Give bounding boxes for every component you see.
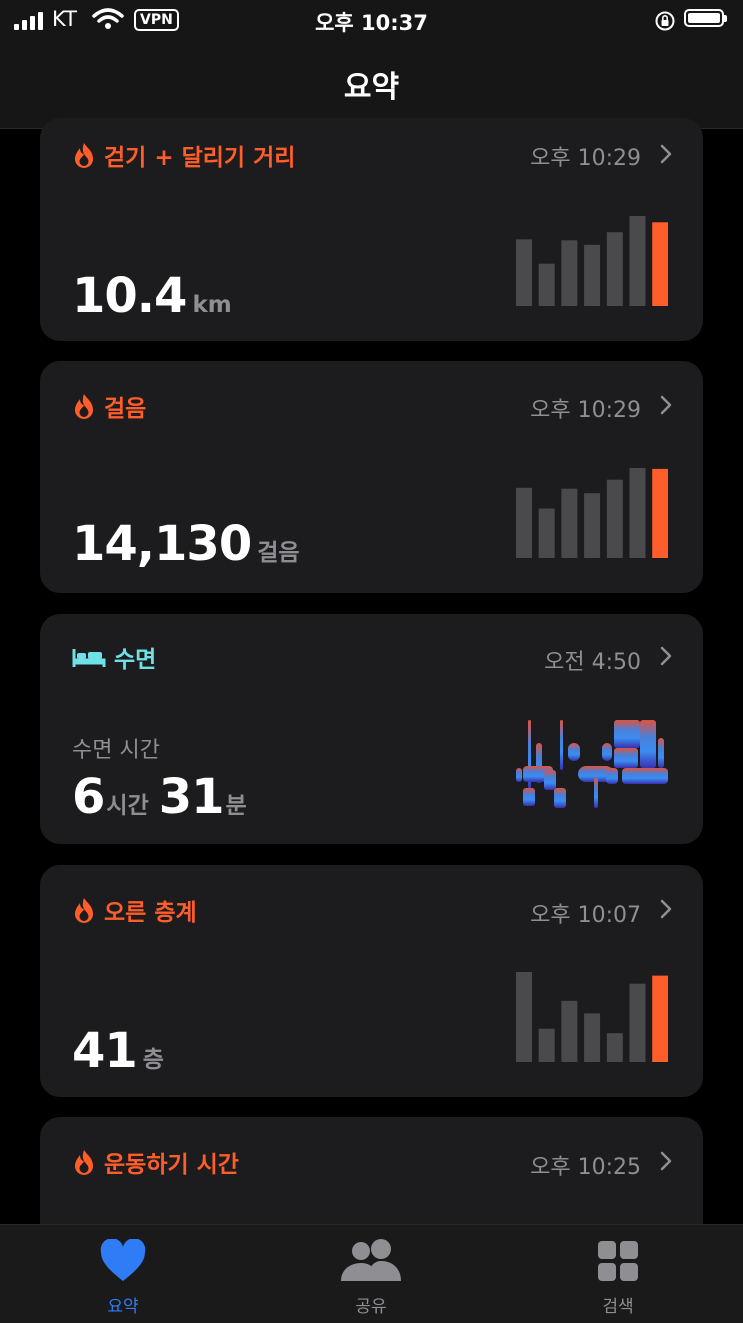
bar-day	[606, 1033, 623, 1062]
bar-day	[629, 468, 646, 558]
bar-day	[561, 1000, 578, 1062]
tab-browse[interactable]: 검색	[538, 1239, 698, 1317]
bar-day	[516, 972, 532, 1062]
flame-icon	[75, 394, 93, 419]
bar-today	[652, 468, 668, 558]
bar-day	[538, 508, 555, 558]
bar-day	[606, 479, 623, 558]
tab-bar: 요약 공유 검색	[0, 1224, 743, 1323]
card-timestamp: 오후 10:29	[530, 146, 641, 171]
card-value: 14,130 걸음	[72, 516, 300, 572]
card-steps[interactable]: 걸음 오후 10:29 14,130 걸음	[40, 361, 703, 593]
chevron-right-icon[interactable]	[659, 645, 673, 667]
card-flights-climbed[interactable]: 오른 층계 오후 10:07 41 층	[40, 865, 703, 1097]
status-time: 오후 10:37	[315, 11, 428, 35]
sleep-subtitle: 수면 시간	[72, 738, 160, 763]
tab-summary[interactable]: 요약	[43, 1238, 203, 1317]
card-timestamp: 오후 10:29	[530, 398, 641, 423]
weekly-bar-chart	[516, 468, 668, 558]
card-walking-running-distance[interactable]: 걷기 + 달리기 거리 오후 10:29 10.4 km	[40, 118, 703, 341]
bed-icon	[72, 649, 106, 667]
sleep-duration: 6시간 31분	[72, 769, 247, 825]
card-title: 오른 층계	[104, 900, 197, 926]
card-timestamp: 오후 10:25	[530, 1155, 641, 1180]
chevron-right-icon[interactable]	[659, 898, 673, 920]
flame-icon	[75, 898, 93, 923]
bar-day	[584, 1013, 601, 1062]
weekly-bar-chart	[516, 972, 668, 1062]
bar-day	[629, 216, 646, 306]
bar-day	[584, 244, 601, 306]
battery-icon	[684, 9, 727, 27]
card-title: 걸음	[104, 396, 147, 422]
flame-icon	[75, 1150, 93, 1175]
card-timestamp: 오전 4:50	[544, 650, 641, 675]
bar-day	[561, 240, 578, 306]
tab-sharing[interactable]: 공유	[291, 1239, 451, 1317]
status-bar: KT VPN 오후 10:37	[0, 0, 743, 40]
card-value: 41 층	[72, 1023, 164, 1079]
card-title: 운동하기 시간	[104, 1152, 239, 1178]
chevron-right-icon[interactable]	[659, 143, 673, 165]
bar-day	[584, 493, 601, 558]
card-timestamp: 오후 10:07	[530, 903, 641, 928]
chevron-right-icon[interactable]	[659, 394, 673, 416]
bar-day	[606, 232, 623, 306]
page-title: 요약	[343, 70, 400, 105]
grid-icon	[598, 1241, 638, 1281]
bar-day	[516, 239, 532, 306]
heart-icon	[100, 1238, 146, 1281]
bar-day	[538, 1028, 555, 1062]
bar-day	[538, 263, 555, 306]
card-value: 10.4 km	[72, 268, 232, 324]
bar-today	[652, 222, 668, 306]
people-icon	[341, 1239, 401, 1281]
card-title: 수면	[114, 647, 157, 673]
rotation-lock-icon	[655, 11, 675, 31]
bar-day	[516, 487, 532, 558]
weekly-bar-chart	[516, 216, 668, 306]
card-sleep[interactable]: 수면 오전 4:50 수면 시간 6시간 31분	[40, 614, 703, 844]
flame-icon	[75, 143, 93, 168]
sleep-stages-chart	[516, 720, 668, 808]
card-title: 걷기 + 달리기 거리	[104, 145, 296, 171]
bar-today	[652, 975, 668, 1062]
bar-day	[561, 488, 578, 558]
bar-day	[629, 983, 646, 1062]
navigation-bar: 요약	[0, 40, 743, 129]
chevron-right-icon[interactable]	[659, 1150, 673, 1172]
